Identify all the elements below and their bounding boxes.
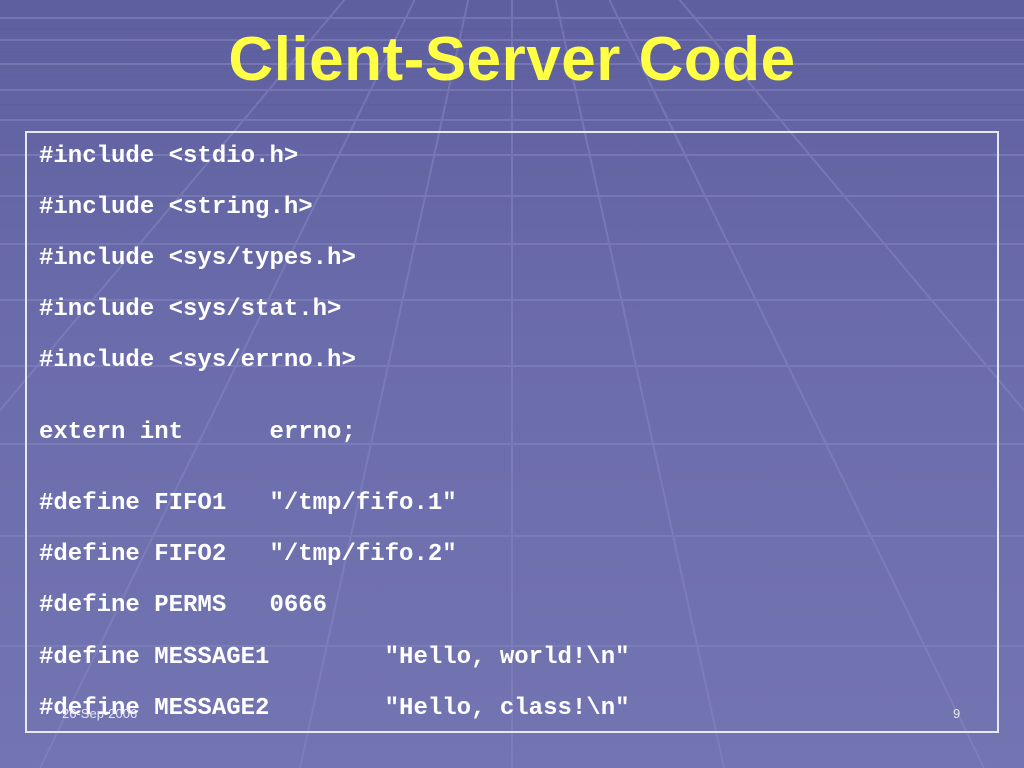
code-line: #define PERMS 0666: [39, 592, 328, 619]
page-number: 9: [953, 706, 961, 721]
code-block: #include <stdio.h> #include <string.h> #…: [25, 131, 999, 733]
code-line: #include <sys/errno.h>: [39, 347, 356, 374]
slide-title: Client-Server Code: [228, 25, 796, 94]
code-line: #define FIFO1 "/tmp/fifo.1": [39, 490, 457, 517]
code-line: #include <sys/types.h>: [39, 245, 356, 272]
code-line: #include <string.h>: [39, 194, 313, 221]
code-line: #include <stdio.h>: [39, 143, 299, 170]
footer-date: 26-Sep-2006: [62, 706, 138, 721]
code-line: #define FIFO2 "/tmp/fifo.2": [39, 541, 457, 568]
slide: Client-Server Code #include <stdio.h> #i…: [0, 0, 1024, 768]
code-line: #include <sys/stat.h>: [39, 296, 342, 323]
code-line: #define MESSAGE1 "Hello, world!\n": [39, 644, 630, 671]
code-line: extern int errno;: [39, 419, 356, 446]
